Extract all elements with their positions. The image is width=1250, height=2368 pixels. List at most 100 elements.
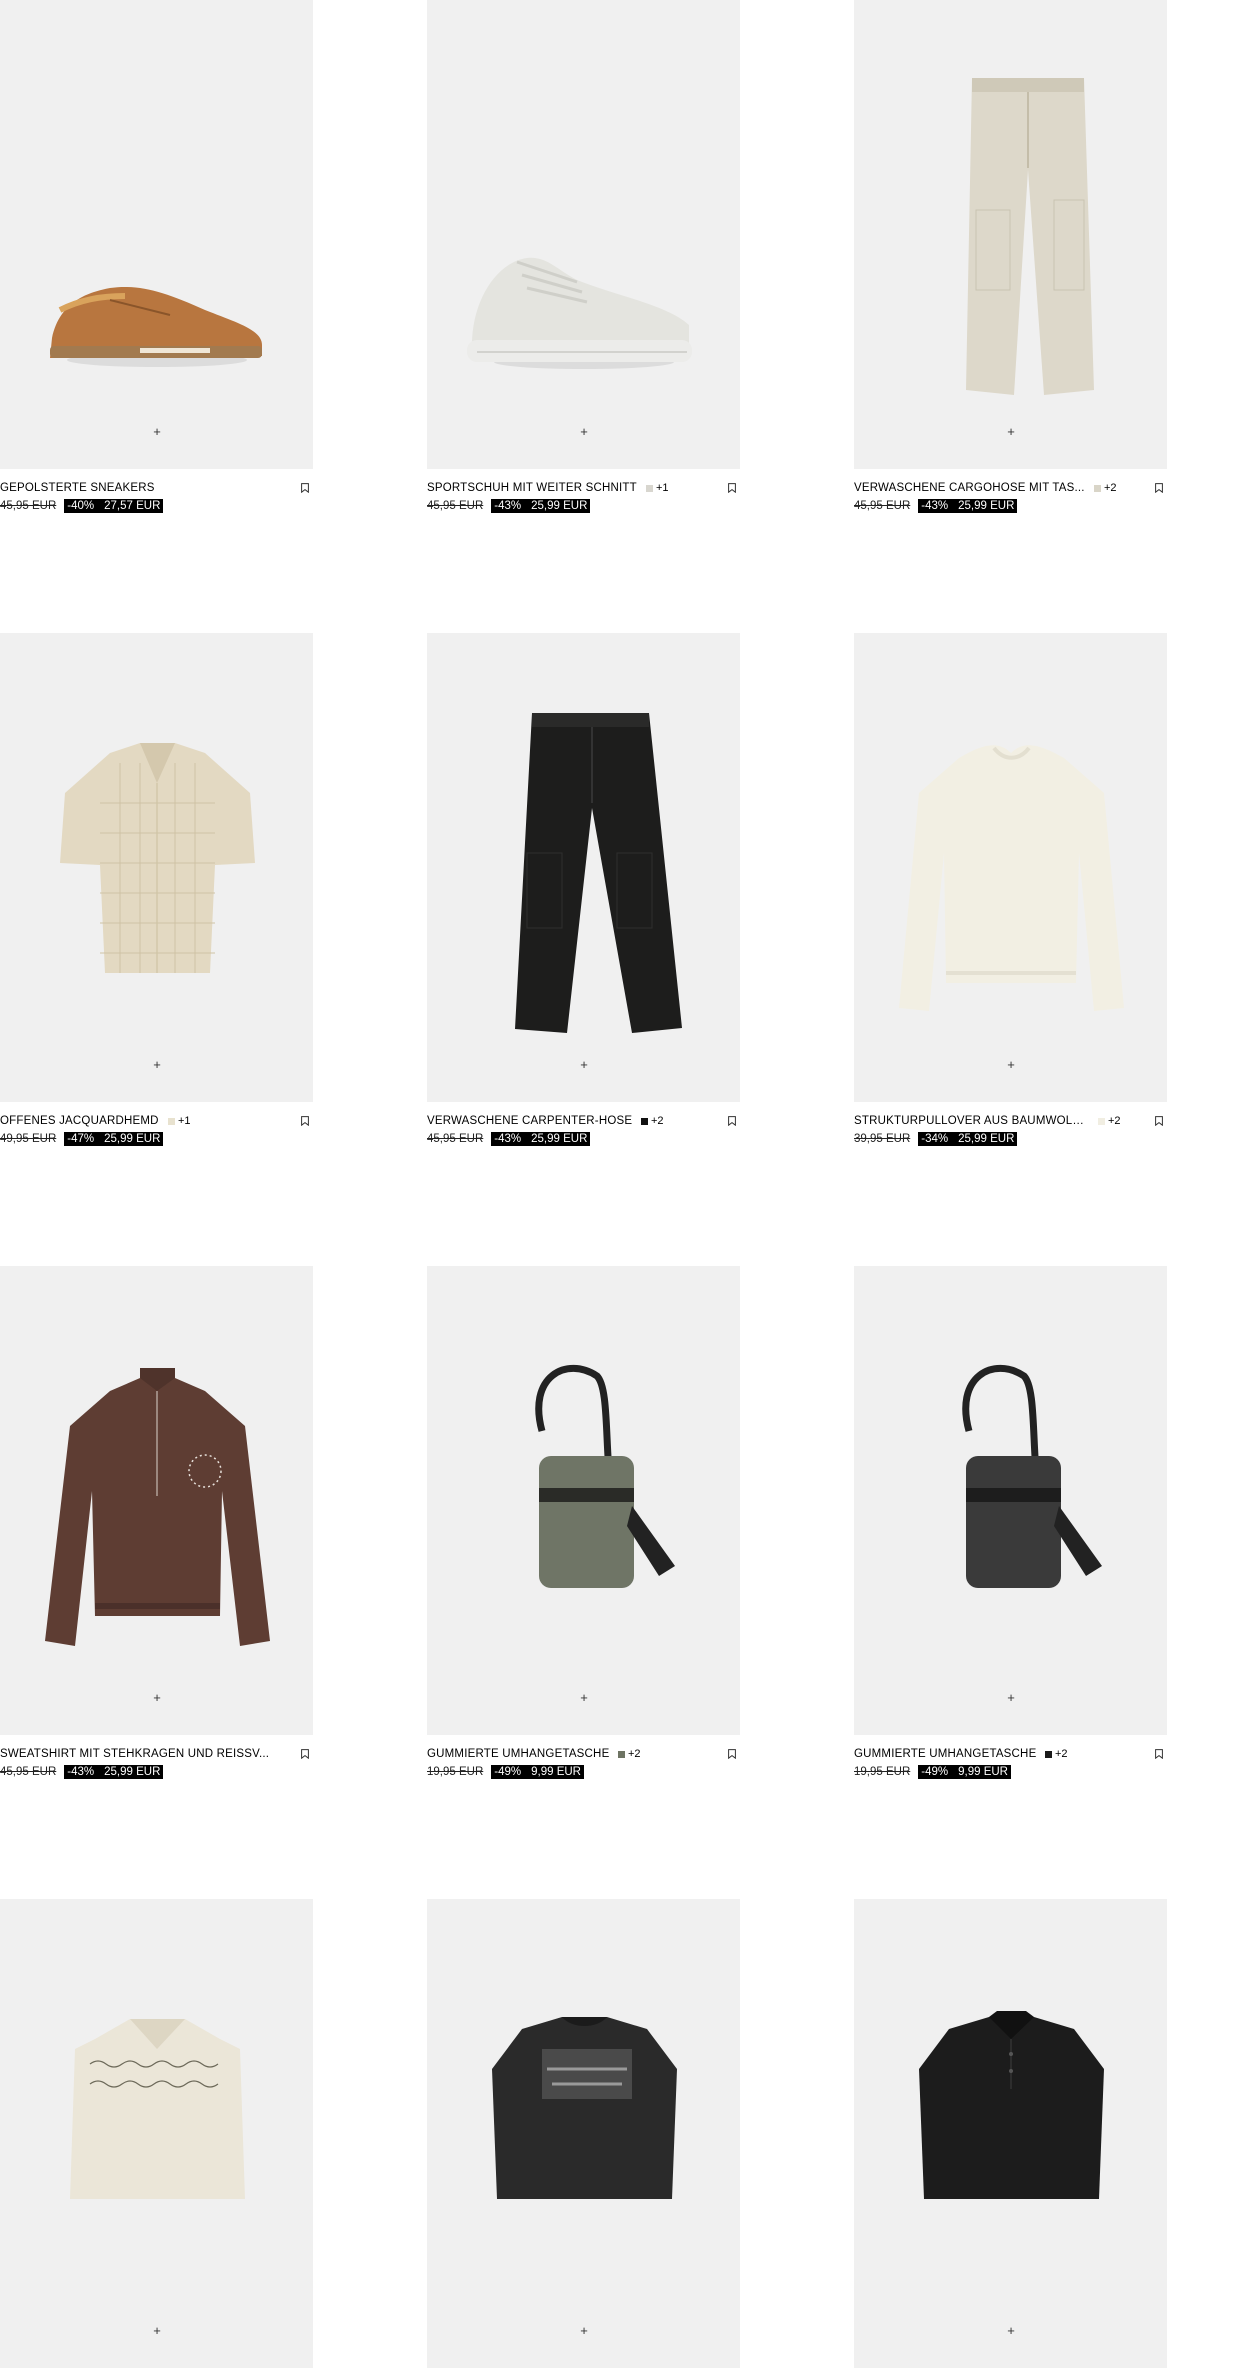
product-name[interactable]: VERWASCHENE CARPENTER-HOSE	[427, 1115, 632, 1127]
product-image[interactable]: +	[854, 1266, 1167, 1735]
color-swatches[interactable]: +2	[1094, 482, 1117, 494]
price-row: 45,95 EUR -43% 25,99 EUR	[427, 1132, 591, 1146]
color-swatch[interactable]	[618, 1750, 625, 1758]
product-image[interactable]: +	[0, 1266, 313, 1735]
original-price: 19,95 EUR	[854, 1766, 911, 1778]
add-to-cart-button[interactable]: +	[149, 1690, 165, 1706]
sale-price: 25,99 EUR	[531, 500, 588, 512]
discount-badge: -43%	[494, 500, 522, 512]
color-swatch[interactable]	[168, 1117, 175, 1125]
add-to-cart-button[interactable]: +	[1003, 1690, 1019, 1706]
sale-price: 25,99 EUR	[958, 1133, 1015, 1145]
bookmark-icon[interactable]	[728, 483, 736, 493]
add-to-cart-button[interactable]: +	[1003, 424, 1019, 440]
product-name[interactable]: GUMMIERTE UMHÄNGETASCHE	[854, 1748, 1036, 1760]
product-image[interactable]: +	[854, 1899, 1167, 2368]
product-info: GUMMIERTE UMHÄNGETASCHE +2 19,95 EUR -49…	[427, 1746, 740, 1786]
color-swatch[interactable]	[641, 1117, 648, 1125]
color-swatch[interactable]	[1094, 484, 1101, 492]
product-image[interactable]: +	[427, 1266, 740, 1735]
more-colors-count: +2	[651, 1115, 664, 1127]
sale-tag: -43% 25,99 EUR	[64, 1765, 164, 1779]
add-to-cart-button[interactable]: +	[576, 424, 592, 440]
discount-badge: -43%	[494, 1133, 522, 1145]
product-image[interactable]: +	[854, 633, 1167, 1102]
color-swatches[interactable]: +1	[646, 482, 669, 494]
bookmark-icon[interactable]	[301, 483, 309, 493]
color-swatches[interactable]: +2	[1098, 1115, 1121, 1127]
product-info: VERWASCHENE CARGOHOSE MIT TAS... +2 45,9…	[854, 480, 1167, 520]
discount-badge: -43%	[921, 500, 949, 512]
color-swatch[interactable]	[646, 484, 653, 492]
tshirt-black-print-icon	[492, 2017, 677, 2199]
sale-tag: -43% 25,99 EUR	[918, 499, 1018, 513]
product-name[interactable]: GEPOLSTERTE SNEAKERS	[0, 482, 155, 494]
price-row: 39,95 EUR -34% 25,99 EUR	[854, 1132, 1018, 1146]
discount-badge: -49%	[494, 1766, 522, 1778]
sweater-cream-icon	[899, 745, 1124, 1011]
sale-price: 25,99 EUR	[104, 1133, 161, 1145]
color-swatches[interactable]: +2	[1045, 1748, 1068, 1760]
color-swatch[interactable]	[1098, 1117, 1105, 1125]
sale-price: 25,99 EUR	[104, 1766, 161, 1778]
sale-tag: -43% 25,99 EUR	[491, 1132, 591, 1146]
polo-black-icon	[919, 2011, 1104, 2199]
bookmark-icon[interactable]	[301, 1749, 309, 1759]
product-image[interactable]: +	[854, 0, 1167, 469]
sale-price: 9,99 EUR	[958, 1766, 1008, 1778]
add-to-cart-button[interactable]: +	[1003, 1057, 1019, 1073]
bookmark-icon[interactable]	[1155, 1749, 1163, 1759]
pants-beige-icon	[966, 78, 1094, 395]
product-image[interactable]: +	[427, 633, 740, 1102]
product-name[interactable]: VERWASCHENE CARGOHOSE MIT TAS...	[854, 482, 1085, 494]
add-to-cart-button[interactable]: +	[1003, 2323, 1019, 2339]
discount-badge: -34%	[921, 1133, 949, 1145]
product-image[interactable]: +	[0, 0, 313, 469]
product-image[interactable]: +	[427, 0, 740, 469]
product-info: SWEATSHIRT MIT STEHKRAGEN UND REISSV... …	[0, 1746, 313, 1786]
product-name[interactable]: STRUKTURPULLOVER AUS BAUMWOLL...	[854, 1115, 1089, 1127]
original-price: 45,95 EUR	[854, 500, 911, 512]
bookmark-icon[interactable]	[728, 1749, 736, 1759]
sweatshirt-brown-icon	[45, 1368, 270, 1646]
sale-tag: -49% 9,99 EUR	[918, 1765, 1011, 1779]
sale-price: 25,99 EUR	[531, 1133, 588, 1145]
original-price: 45,95 EUR	[427, 500, 484, 512]
add-to-cart-button[interactable]: +	[149, 2323, 165, 2339]
add-to-cart-button[interactable]: +	[576, 2323, 592, 2339]
bookmark-icon[interactable]	[728, 1116, 736, 1126]
product-info: SPORTSCHUH MIT WEITER SCHNITT +1 45,95 E…	[427, 480, 740, 520]
bookmark-icon[interactable]	[301, 1116, 309, 1126]
color-swatch[interactable]	[1045, 1750, 1052, 1758]
sale-tag: -49% 9,99 EUR	[491, 1765, 584, 1779]
color-swatches[interactable]: +2	[618, 1748, 641, 1760]
color-swatches[interactable]: +1	[168, 1115, 191, 1127]
sale-tag: -40% 27,57 EUR	[64, 499, 164, 513]
product-image[interactable]: +	[0, 1899, 313, 2368]
product-name[interactable]: SWEATSHIRT MIT STEHKRAGEN UND REISSV...	[0, 1748, 269, 1760]
bookmark-icon[interactable]	[1155, 1116, 1163, 1126]
price-row: 45,95 EUR -43% 25,99 EUR	[0, 1765, 164, 1779]
discount-badge: -47%	[67, 1133, 95, 1145]
product-info: GUMMIERTE UMHÄNGETASCHE +2 19,95 EUR -49…	[854, 1746, 1167, 1786]
add-to-cart-button[interactable]: +	[576, 1690, 592, 1706]
add-to-cart-button[interactable]: +	[576, 1057, 592, 1073]
add-to-cart-button[interactable]: +	[149, 424, 165, 440]
product-image[interactable]: +	[0, 633, 313, 1102]
price-row: 49,95 EUR -47% 25,99 EUR	[0, 1132, 164, 1146]
product-name[interactable]: GUMMIERTE UMHÄNGETASCHE	[427, 1748, 609, 1760]
bag-black-icon	[962, 1364, 1102, 1588]
bookmark-icon[interactable]	[1155, 483, 1163, 493]
more-colors-count: +1	[178, 1115, 191, 1127]
product-image[interactable]: +	[427, 1899, 740, 2368]
original-price: 45,95 EUR	[0, 1766, 57, 1778]
discount-badge: -49%	[921, 1766, 949, 1778]
original-price: 49,95 EUR	[0, 1133, 57, 1145]
more-colors-count: +1	[656, 482, 669, 494]
product-name[interactable]: SPORTSCHUH MIT WEITER SCHNITT	[427, 482, 637, 494]
original-price: 45,95 EUR	[0, 500, 57, 512]
product-name[interactable]: OFFENES JACQUARDHEMD	[0, 1115, 159, 1127]
original-price: 39,95 EUR	[854, 1133, 911, 1145]
add-to-cart-button[interactable]: +	[149, 1057, 165, 1073]
color-swatches[interactable]: +2	[641, 1115, 664, 1127]
